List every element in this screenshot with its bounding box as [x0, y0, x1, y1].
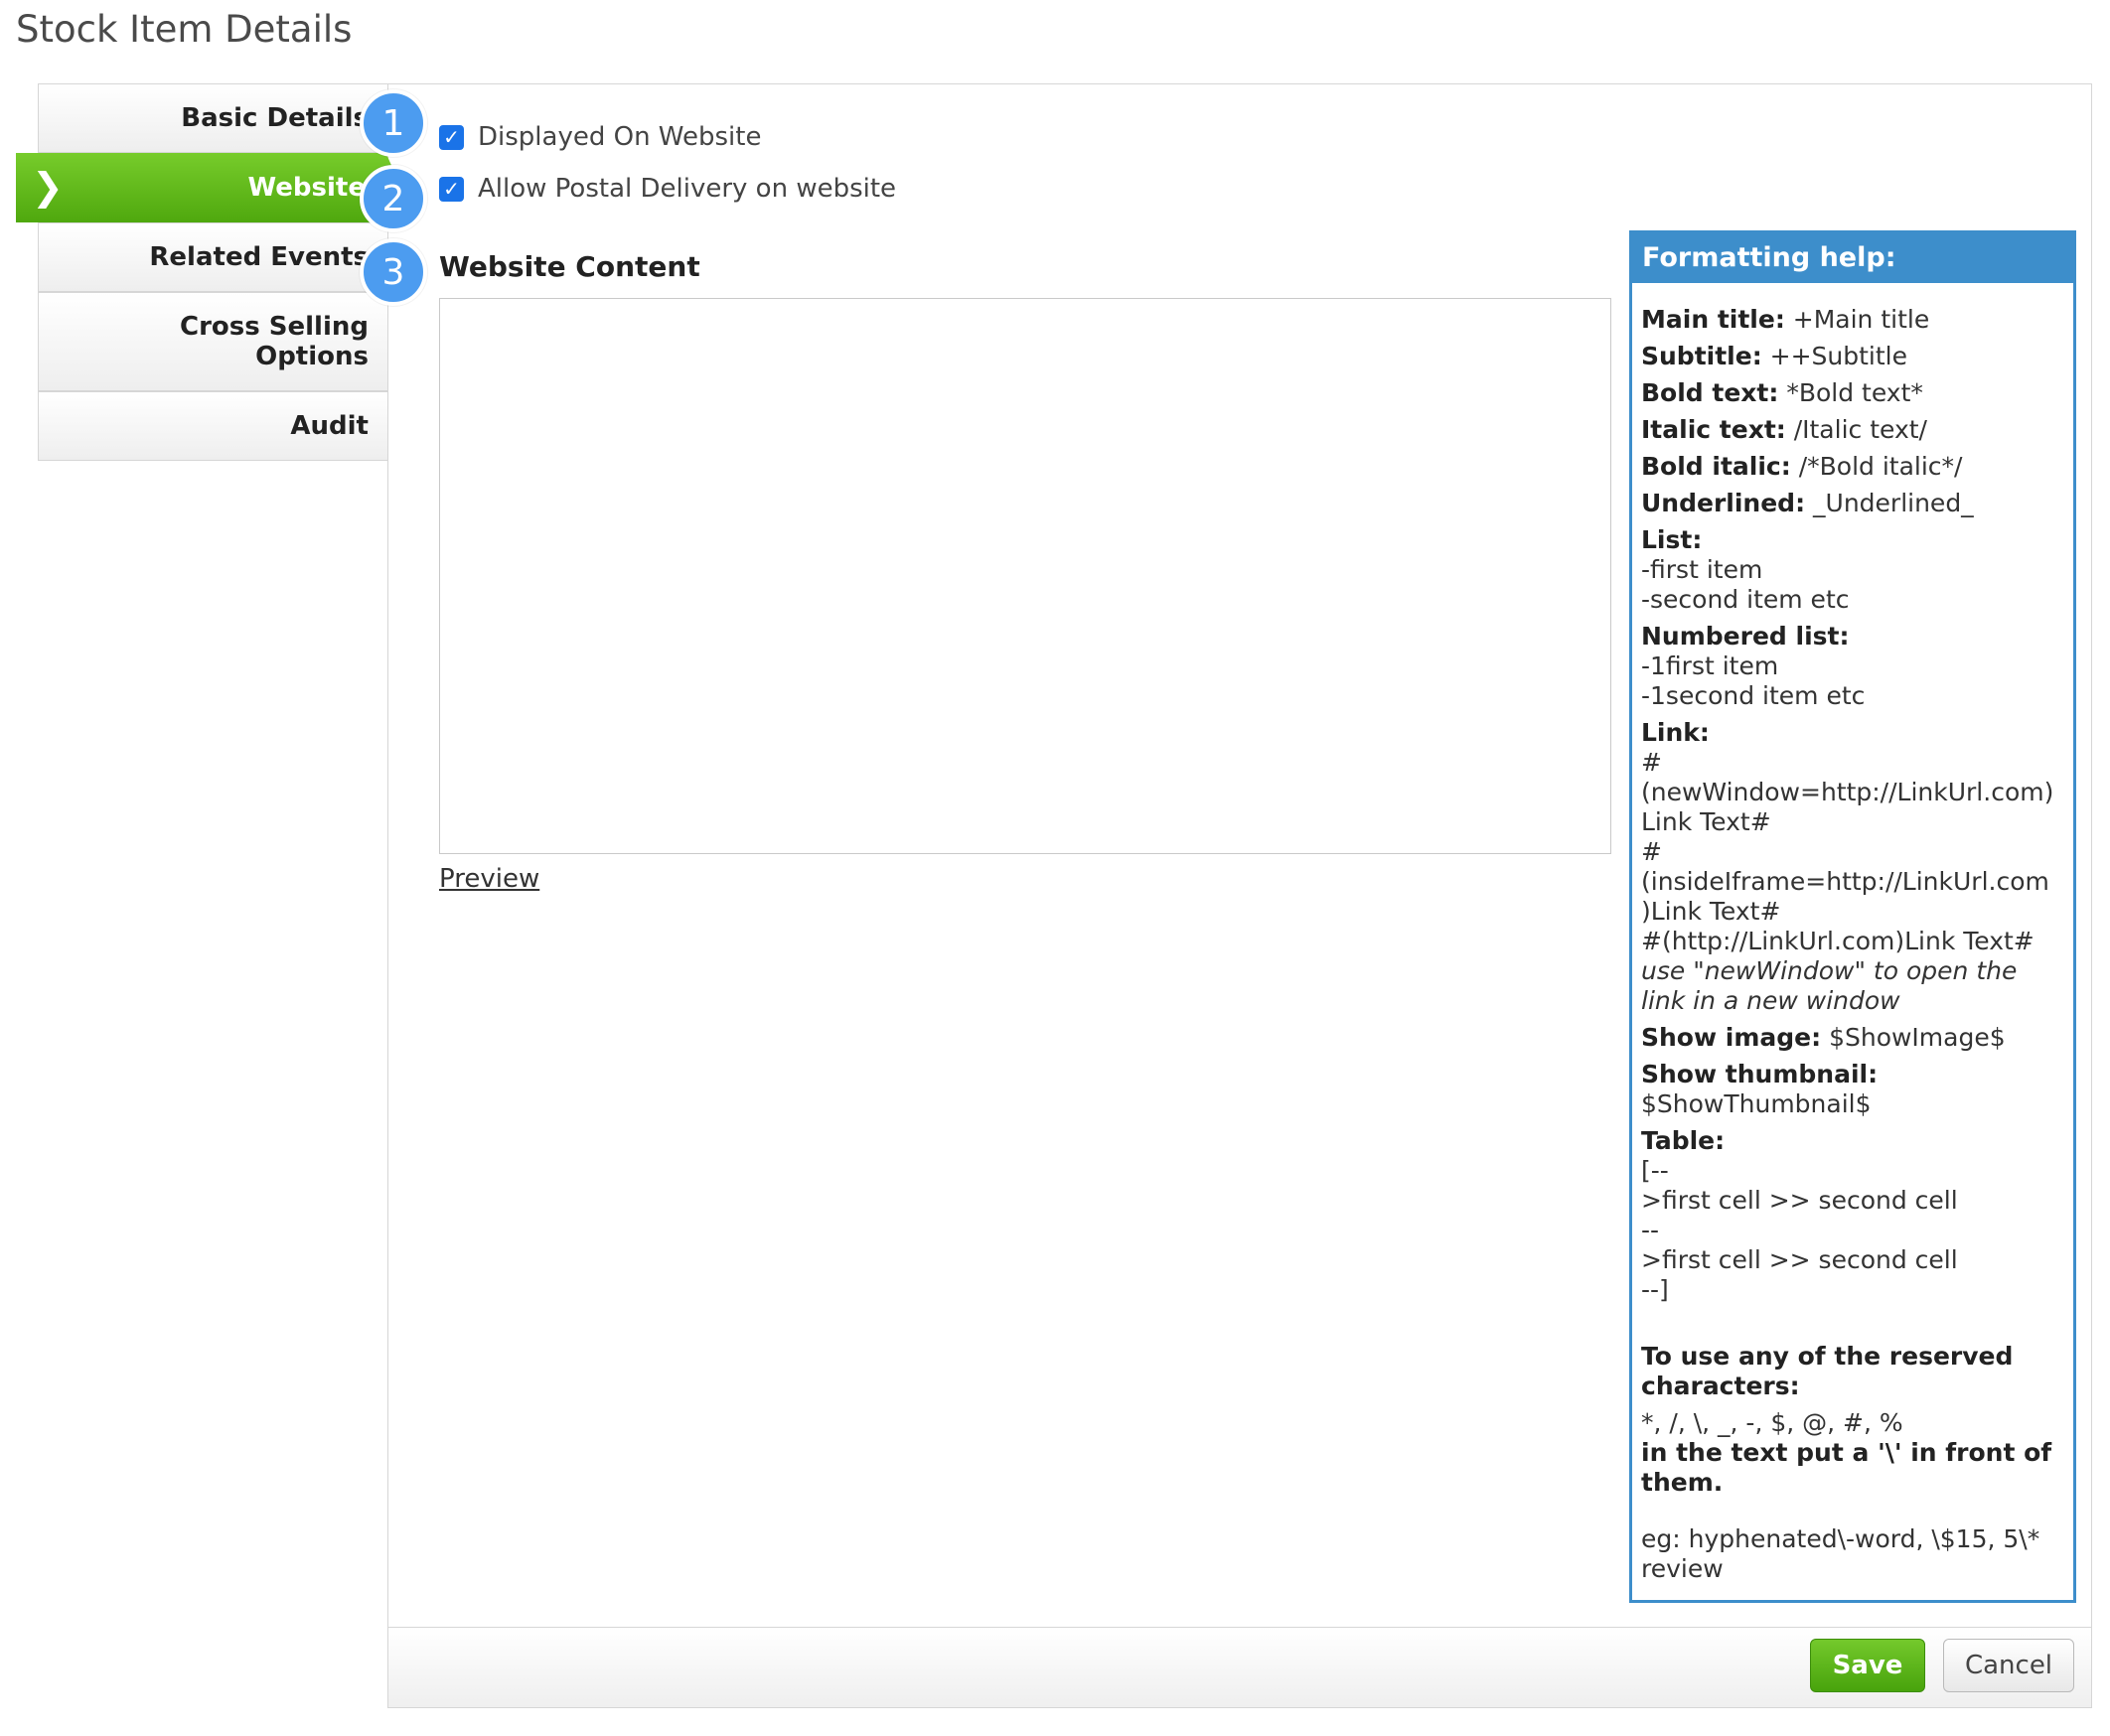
formatting-help-title: Formatting help: [1632, 233, 2073, 283]
save-button[interactable]: Save [1810, 1639, 1925, 1692]
help-value: (insideIframe=http://LinkUrl.com [1641, 867, 2049, 896]
help-value: [-- [1641, 1156, 1669, 1185]
help-value: >first cell >> second cell [1641, 1186, 1958, 1215]
help-value: # [1641, 748, 1662, 777]
cancel-button[interactable]: Cancel [1943, 1639, 2074, 1692]
callout-badge: 2 [360, 165, 427, 232]
callout-badge: 3 [360, 238, 427, 306]
tab-website[interactable]: ❯ Website [16, 153, 401, 222]
help-value: (newWindow=http://LinkUrl.com) [1641, 778, 2054, 806]
help-key: Numbered list: [1641, 622, 1850, 651]
tab-label: Options [255, 342, 369, 371]
formatting-help-box: Formatting help: Main title: +Main title… [1629, 230, 2076, 1603]
tab-audit[interactable]: Audit [38, 391, 387, 461]
allow-postal-delivery-label: Allow Postal Delivery on website [478, 174, 897, 204]
help-value: )Link Text# [1641, 897, 1781, 926]
help-value: -1first item [1641, 651, 1779, 680]
tab-cross-selling-options[interactable]: Cross Selling Options [38, 292, 387, 391]
help-value: #(http://LinkUrl.com)Link Text# [1641, 927, 2035, 955]
help-key: Main title: [1641, 305, 1785, 334]
help-key: Table: [1641, 1126, 1726, 1155]
help-value: Link Text# [1641, 807, 1771, 836]
tab-related-events[interactable]: Related Events [38, 222, 387, 292]
help-value: >first cell >> second cell [1641, 1245, 1958, 1274]
help-key: Subtitle: [1641, 342, 1762, 370]
help-value: +Main title [1784, 305, 1930, 334]
help-example: eg: hyphenated\-word, \$15, 5\* review [1641, 1524, 2040, 1583]
help-key: Italic text: [1641, 415, 1786, 444]
help-note: use "newWindow" to open the link in a ne… [1641, 956, 2018, 1015]
tab-basic-details[interactable]: Basic Details [38, 83, 387, 153]
displayed-on-website-checkbox[interactable]: ✓ [439, 124, 464, 150]
help-value: -second item etc [1641, 585, 1850, 614]
displayed-on-website-row: ✓ Displayed On Website [439, 122, 761, 152]
help-value: /*Bold italic*/ [1790, 452, 1963, 481]
callout-badge: 1 [360, 89, 427, 157]
website-content-textarea[interactable] [439, 298, 1611, 854]
formatting-help-body: Main title: +Main title Subtitle: ++Subt… [1632, 283, 2073, 1584]
help-value: -- [1641, 1216, 1660, 1244]
help-key: Link: [1641, 718, 1710, 747]
help-value: -1second item etc [1641, 681, 1866, 710]
allow-postal-delivery-row: ✓ Allow Postal Delivery on website [439, 174, 896, 204]
tab-list: Basic Details Related Events Cross Selli… [38, 83, 387, 461]
help-value: --] [1641, 1275, 1669, 1304]
help-value: *Bold text* [1778, 378, 1923, 407]
help-value: /Italic text/ [1785, 415, 1927, 444]
chevron-right-icon: ❯ [32, 165, 64, 209]
tab-label: Cross Selling [180, 312, 369, 342]
tab-label: Basic Details [181, 103, 369, 133]
help-key: Underlined: [1641, 489, 1806, 517]
help-key: Show image: [1641, 1023, 1822, 1052]
tab-label: Website [247, 173, 366, 203]
help-value: ++Subtitle [1761, 342, 1908, 370]
preview-link[interactable]: Preview [439, 864, 539, 894]
page-title: Stock Item Details [16, 8, 353, 51]
help-value: $ShowThumbnail$ [1641, 1089, 1872, 1118]
help-value: _Underlined_ [1805, 489, 1974, 517]
help-value: $ShowImage$ [1821, 1023, 2006, 1052]
tab-label: Audit [290, 411, 369, 441]
tab-label: Related Events [149, 242, 369, 272]
help-key: Show thumbnail: [1641, 1060, 1879, 1088]
help-key: To use any of the reserved characters: [1641, 1342, 2014, 1400]
allow-postal-delivery-checkbox[interactable]: ✓ [439, 176, 464, 202]
help-key: in the text put a '\' in front of them. [1641, 1438, 2052, 1497]
website-content-title: Website Content [439, 250, 700, 283]
help-key: Bold italic: [1641, 452, 1791, 481]
help-key: Bold text: [1641, 378, 1779, 407]
help-value: # [1641, 837, 1662, 866]
help-key: List: [1641, 525, 1703, 554]
help-value: *, /, \, _, -, $, @, #, % [1641, 1408, 1903, 1437]
displayed-on-website-label: Displayed On Website [478, 122, 762, 152]
help-value: -first item [1641, 555, 1763, 584]
